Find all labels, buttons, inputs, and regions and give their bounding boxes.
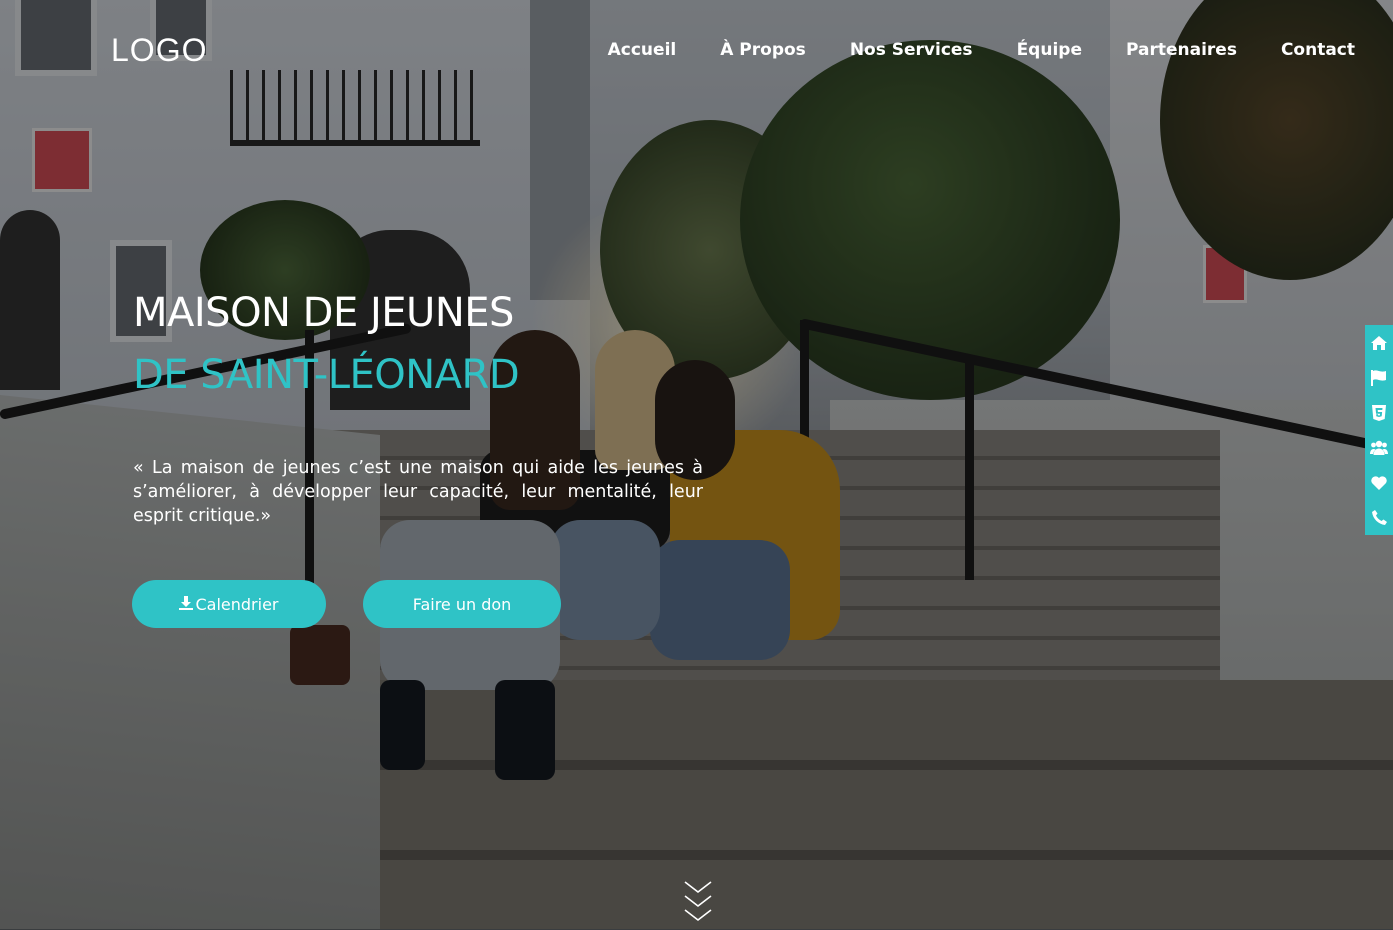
phone-icon[interactable]: [1369, 508, 1389, 528]
html5-icon[interactable]: [1369, 403, 1389, 423]
home-icon[interactable]: [1369, 333, 1389, 353]
nav-item-nos-services[interactable]: Nos Services: [850, 40, 973, 60]
nav-item-contact[interactable]: Contact: [1281, 40, 1355, 60]
download-icon: [179, 595, 194, 614]
hero-subtitle: DE SAINT-LÉONARD: [133, 352, 520, 398]
donate-button[interactable]: Faire un don: [363, 580, 561, 628]
nav-item-equipe[interactable]: Équipe: [1017, 40, 1082, 60]
site-logo[interactable]: LOGO: [111, 32, 207, 69]
hero-quote: « La maison de jeunes c’est une maison q…: [133, 458, 703, 526]
nav-item-partenaires[interactable]: Partenaires: [1126, 40, 1237, 60]
flag-icon[interactable]: [1369, 368, 1389, 388]
hero-title: MAISON DE JEUNES: [133, 290, 514, 336]
calendar-button[interactable]: Calendrier: [132, 580, 326, 628]
main-nav: Accueil À Propos Nos Services Équipe Par…: [608, 40, 1355, 60]
calendar-button-label: Calendrier: [195, 594, 279, 614]
chevrons-down-icon[interactable]: [683, 878, 713, 926]
donate-button-label: Faire un don: [412, 594, 512, 614]
side-icon-bar: [1365, 325, 1393, 535]
users-icon[interactable]: [1369, 438, 1389, 458]
nav-item-a-propos[interactable]: À Propos: [720, 40, 806, 60]
nav-item-accueil[interactable]: Accueil: [608, 40, 677, 60]
heart-icon[interactable]: [1369, 473, 1389, 493]
